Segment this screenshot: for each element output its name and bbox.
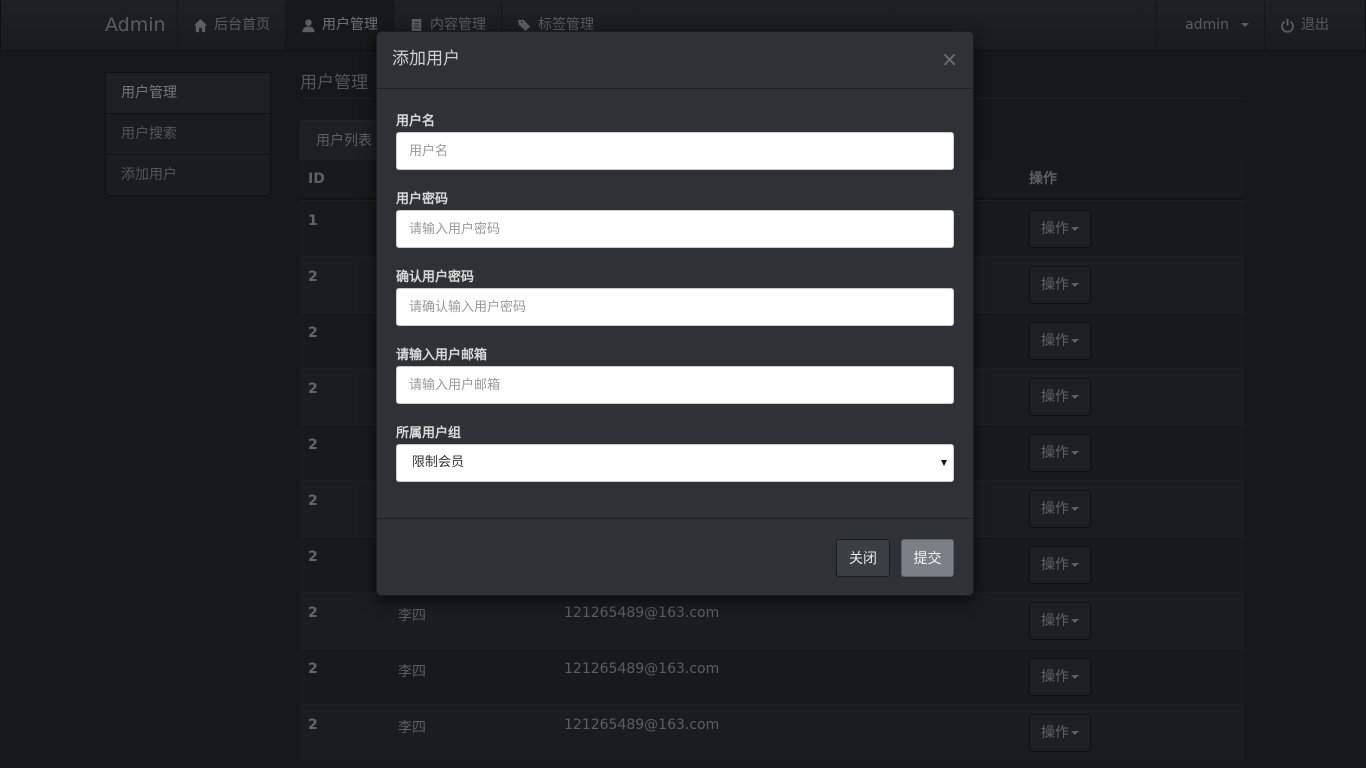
password-input[interactable]	[396, 210, 954, 248]
username-input[interactable]	[396, 132, 954, 170]
confirm-password-input[interactable]	[396, 288, 954, 326]
modal-title: 添加用户	[392, 49, 460, 69]
modal-header: 添加用户 ×	[377, 32, 973, 89]
username-label: 用户名	[396, 114, 436, 129]
confirm-password-label: 确认用户密码	[396, 270, 475, 285]
close-button[interactable]: 关闭	[836, 539, 890, 577]
user-group-select[interactable]: 限制会员	[396, 444, 954, 482]
modal-footer: 关闭 提交	[377, 518, 973, 597]
user-group-selected-value: 限制会员	[412, 455, 465, 470]
user-group-label: 所属用户组	[396, 426, 462, 441]
chevron-down-icon	[941, 460, 947, 466]
close-icon[interactable]: ×	[941, 49, 958, 69]
email-label: 请输入用户邮箱	[396, 348, 488, 363]
email-input[interactable]	[396, 366, 954, 404]
password-label: 用户密码	[396, 192, 449, 207]
submit-button[interactable]: 提交	[901, 539, 954, 577]
add-user-modal: 添加用户 × 用户名 用户密码 确认用户密码 请输入用户邮箱 所属用户组 限制会…	[376, 31, 974, 596]
